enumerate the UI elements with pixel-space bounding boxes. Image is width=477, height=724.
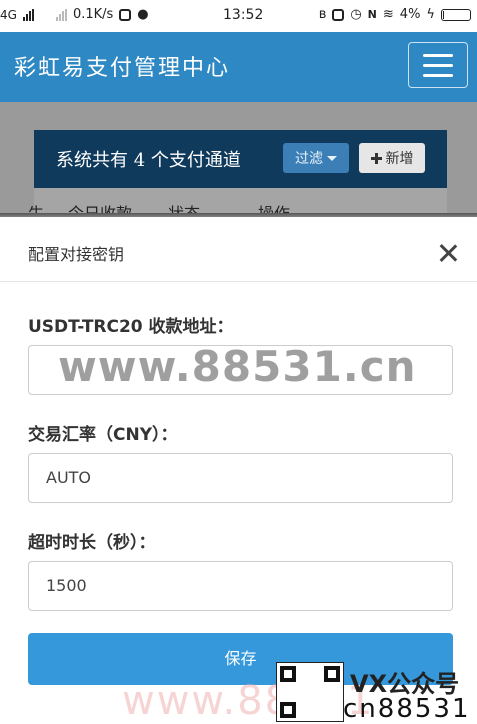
cn-watermark: cn88531 [343,694,471,724]
close-icon[interactable] [436,241,460,265]
app-notification-icon [119,8,132,21]
exchange-rate-label: 交易汇率（CNY）： [28,425,178,445]
wifi-icon: ≋ [382,7,394,22]
battery-icon [441,8,471,21]
nfc-icon: N [367,8,377,21]
usdt-address-label: USDT-TRC20 收款地址： [28,317,234,337]
alarm-icon: ◷ [350,7,362,22]
new-channel-button[interactable]: 新增 [359,143,425,173]
status-bar: 4G 0.1K/s ● 13:52 ʙ ◷ N ≋ 4% ϟ [0,0,477,32]
channel-count-title: 系统共有 4 个支付通道 [56,150,241,171]
signal-2-icon [55,8,67,21]
hamburger-line [423,53,453,57]
vibrate-icon [332,8,345,21]
filter-label: 过滤 [295,151,323,167]
modal-title: 配置对接密钥 [28,245,125,264]
hamburger-line [423,73,453,77]
clock: 13:52 [223,7,264,23]
app-header: 彩虹易支付管理中心 [0,32,477,102]
modal-divider [0,281,477,282]
chat-notification-icon: ● [137,7,149,22]
plus-icon [370,152,382,164]
caret-down-icon [327,155,337,161]
hamburger-line [423,63,453,67]
menu-toggle-button[interactable] [408,42,468,88]
app-title: 彩虹易支付管理中心 [14,56,231,81]
new-label: 新增 [385,151,414,167]
battery-percent: 4% [399,7,421,22]
center-watermark: www.88531.cn [58,342,417,391]
timeout-input[interactable]: 1500 [28,561,453,611]
filter-button[interactable]: 过滤 [283,143,349,173]
network-type: 4G [0,7,17,22]
bluetooth-icon: ʙ [318,7,327,22]
qr-code-icon [276,662,344,722]
signal-icon [22,8,34,21]
charging-icon: ϟ [426,7,435,22]
timeout-label: 超时时长（秒）： [28,533,156,553]
exchange-rate-input[interactable]: AUTO [28,453,453,503]
net-speed: 0.1K/s [72,7,114,22]
